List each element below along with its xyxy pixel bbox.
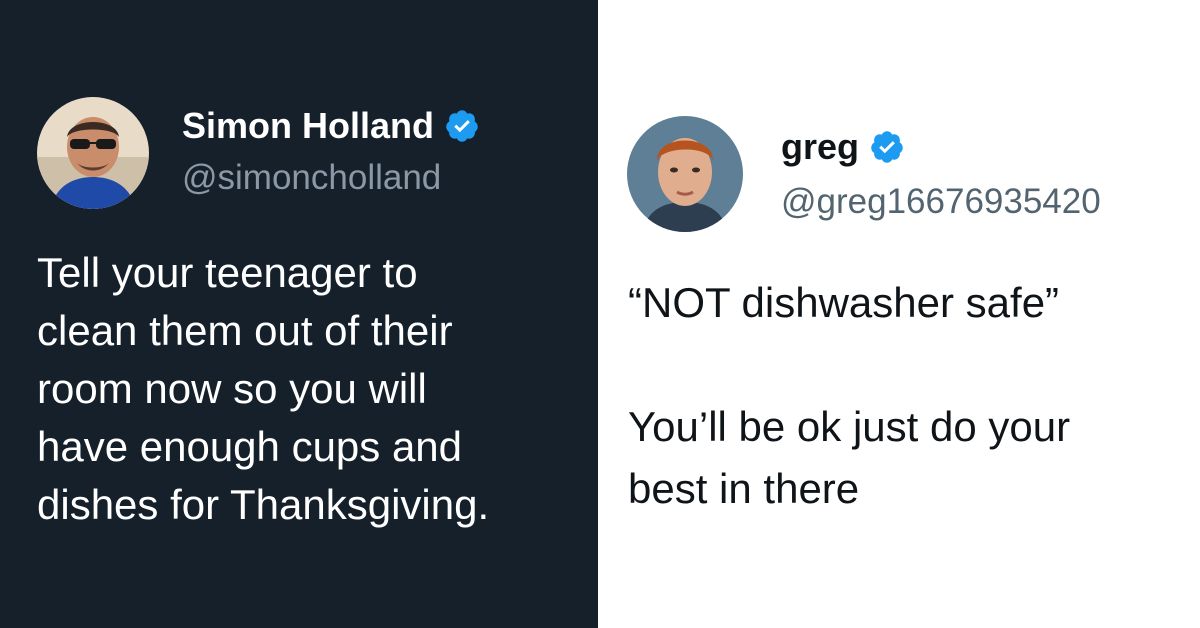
right-tweet-card: greg @greg16676935420 “NOT dishwasher sa… [598,0,1200,628]
verified-badge-icon [869,129,905,165]
avatar[interactable] [37,97,149,209]
author-display-name[interactable]: Simon Holland [182,108,434,144]
author-name-row: Simon Holland [182,108,480,144]
author-handle[interactable]: @greg16676935420 [781,184,1101,219]
verified-badge-icon [444,108,480,144]
avatar[interactable] [627,116,743,232]
left-tweet-card: Simon Holland @simoncholland Tell your t… [0,0,598,628]
author-handle[interactable]: @simoncholland [182,160,441,195]
author-name-row: greg [781,129,905,165]
author-display-name[interactable]: greg [781,129,859,165]
avatar-photo-greg [627,116,743,232]
tweet-text: Tell your teenager to clean them out of … [37,249,490,528]
tweet-text: “NOT dishwasher safe” You’ll be ok just … [628,279,1071,512]
avatar-photo-simon [37,97,149,209]
